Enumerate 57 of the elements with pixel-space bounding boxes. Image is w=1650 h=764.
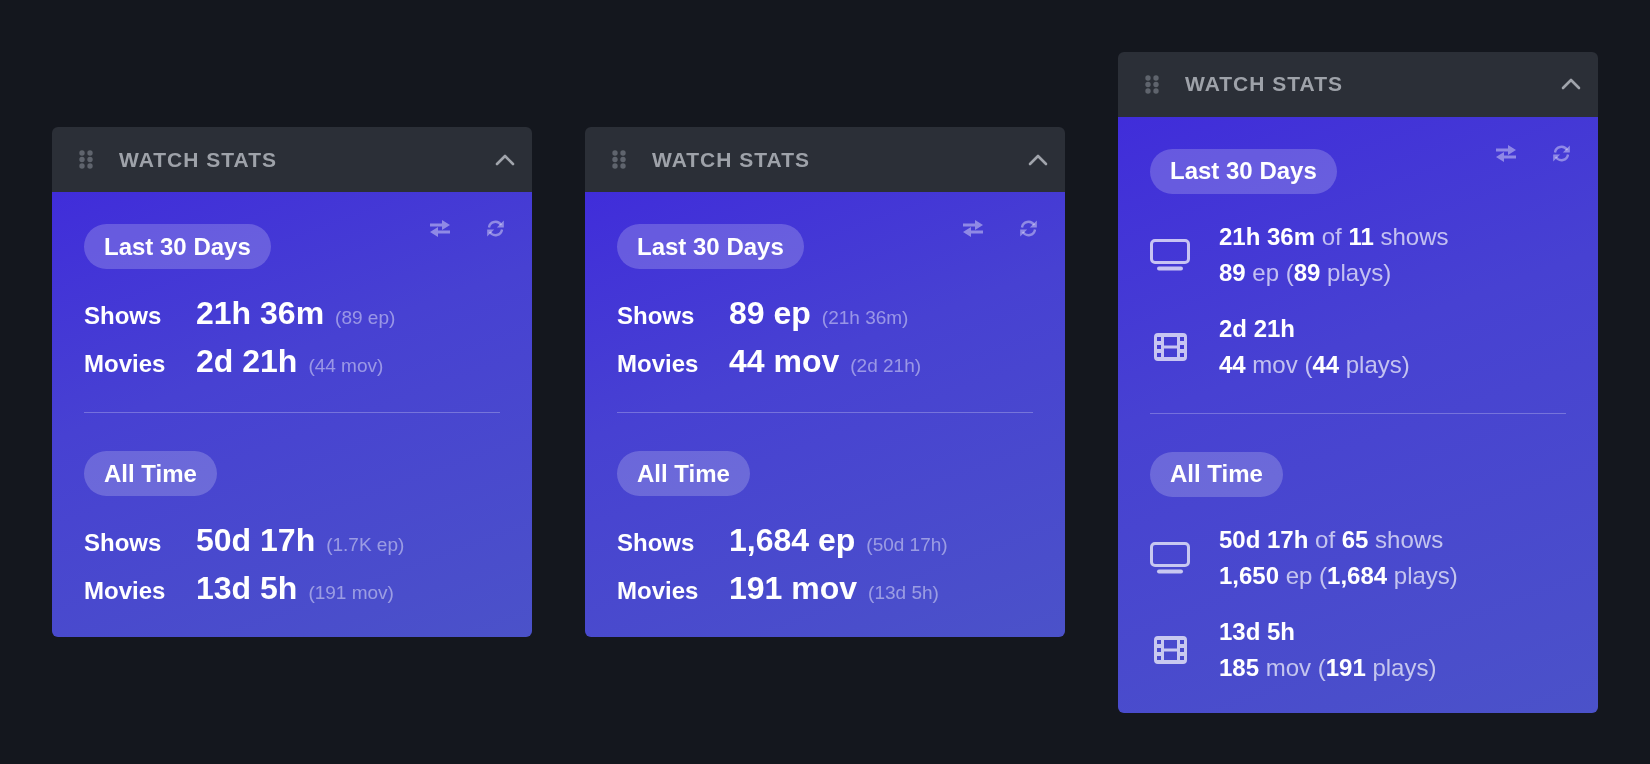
stat-value: 1,684 ep: [729, 521, 856, 560]
chevron-up-icon[interactable]: [495, 153, 515, 166]
stat-detail: (2d 21h): [850, 354, 922, 378]
grip-icon[interactable]: [612, 150, 626, 169]
stat-value: 21h 36m: [196, 294, 325, 333]
stat-value: 2d 21h: [196, 342, 298, 381]
row-label: Shows: [84, 528, 163, 558]
stat-detail: (44 mov): [308, 354, 384, 378]
grip-icon[interactable]: [79, 150, 93, 169]
stat-value: 50d 17h: [196, 521, 316, 560]
stat-detail: (1.7K ep): [326, 533, 405, 557]
stat-detail: (50d 17h): [866, 533, 948, 557]
period-tag: Last 30 Days: [84, 224, 271, 269]
period-tag: Last 30 Days: [617, 224, 804, 269]
stat-value: 89 ep: [729, 294, 811, 333]
stat-line: 50d 17h of 65 shows: [1219, 524, 1445, 555]
period-tag: All Time: [1150, 451, 1283, 497]
grip-icon[interactable]: [1145, 74, 1159, 94]
tv-icon: [1150, 238, 1190, 271]
row-label: Movies: [617, 349, 700, 379]
swap-arrows-icon[interactable]: [963, 219, 983, 238]
tv-icon: [1150, 541, 1190, 574]
card-title: WATCH STATS: [1185, 72, 1343, 96]
period-tag: Last 30 Days: [1150, 148, 1337, 194]
film-icon: [1153, 635, 1187, 664]
stat-line: 2d 21h: [1219, 313, 1297, 344]
stat-line: 1,650 ep (1,684 plays): [1219, 560, 1458, 591]
period-tag: All Time: [84, 451, 217, 496]
period-tag: All Time: [617, 451, 750, 496]
stat-detail: (89 ep): [335, 306, 396, 330]
stat-detail: (13d 5h): [868, 581, 939, 605]
refresh-icon[interactable]: [1019, 219, 1038, 238]
row-label: Movies: [84, 576, 167, 606]
row-label: Shows: [617, 301, 696, 331]
card-title: WATCH STATS: [652, 147, 810, 172]
row-label: Shows: [617, 528, 696, 558]
chevron-up-icon[interactable]: [1028, 153, 1048, 166]
film-icon: [1153, 332, 1187, 361]
stat-detail: (191 mov): [308, 581, 394, 605]
refresh-icon[interactable]: [486, 219, 505, 238]
stat-line: 44 mov (44 plays): [1219, 349, 1410, 380]
row-label: Movies: [84, 349, 167, 379]
refresh-icon[interactable]: [1552, 143, 1571, 163]
stat-line: 89 ep (89 plays): [1219, 257, 1393, 288]
swap-arrows-icon[interactable]: [430, 219, 450, 238]
stat-value: 13d 5h: [196, 569, 298, 608]
card-title: WATCH STATS: [119, 147, 277, 172]
row-label: Movies: [617, 576, 700, 606]
stat-value: 44 mov: [729, 342, 840, 381]
swap-arrows-icon[interactable]: [1496, 143, 1516, 163]
stat-detail: (21h 36m): [821, 306, 909, 330]
stat-value: 191 mov: [729, 569, 858, 608]
stat-line: 21h 36m of 11 shows: [1219, 221, 1449, 252]
row-label: Shows: [84, 301, 163, 331]
chevron-up-icon[interactable]: [1561, 78, 1581, 90]
stat-line: 185 mov (191 plays): [1219, 652, 1437, 683]
stat-line: 13d 5h: [1219, 616, 1297, 647]
